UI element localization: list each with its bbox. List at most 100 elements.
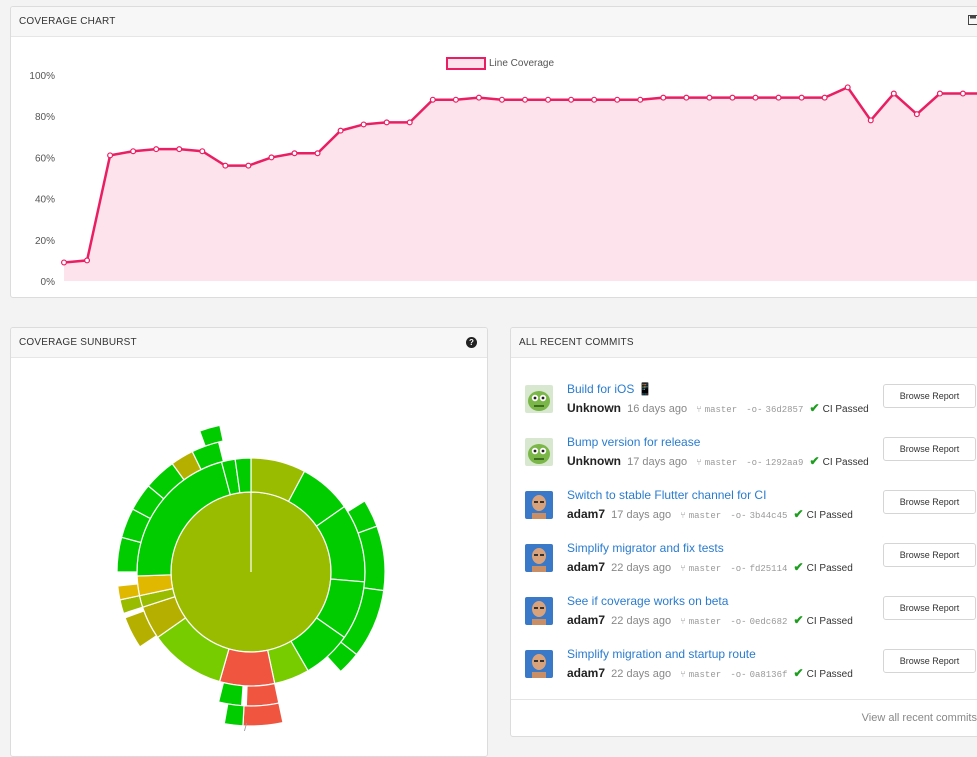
- coverage-point[interactable]: [177, 147, 182, 152]
- commit-sha: 0a8136f: [750, 670, 788, 680]
- coverage-point[interactable]: [546, 97, 551, 102]
- git-branch-icon: ⑂: [696, 458, 701, 468]
- coverage-point[interactable]: [384, 120, 389, 125]
- coverage-point[interactable]: [453, 97, 458, 102]
- browse-report-button[interactable]: Browse Report: [883, 596, 976, 620]
- coverage-point[interactable]: [315, 151, 320, 156]
- y-tick-label: 100%: [29, 71, 55, 82]
- coverage-point[interactable]: [845, 85, 850, 90]
- commit-sha: 1292aa9: [766, 458, 804, 468]
- y-axis: 0%20%40%60%80%100%: [29, 71, 55, 288]
- commit-title-link[interactable]: Switch to stable Flutter channel for CI: [567, 488, 766, 502]
- coverage-point[interactable]: [292, 151, 297, 156]
- sunburst-segment[interactable]: [117, 537, 141, 572]
- coverage-point[interactable]: [500, 97, 505, 102]
- coverage-point[interactable]: [246, 163, 251, 168]
- commit-branch: master: [689, 511, 721, 521]
- commit-title-link[interactable]: Build for iOS 📱: [567, 382, 653, 396]
- coverage-point[interactable]: [822, 95, 827, 100]
- ci-status: CI Passed: [823, 457, 869, 468]
- coverage-point[interactable]: [223, 163, 228, 168]
- coverage-point[interactable]: [361, 122, 366, 127]
- commit-title-link[interactable]: Bump version for release: [567, 435, 700, 449]
- commit-author: Unknown: [567, 401, 621, 415]
- check-icon: ✔: [809, 454, 819, 468]
- coverage-point[interactable]: [961, 91, 966, 96]
- coverage-point[interactable]: [684, 95, 689, 100]
- coverage-area: [64, 87, 977, 281]
- sunburst-segment[interactable]: [219, 683, 243, 706]
- y-tick-label: 20%: [35, 236, 55, 247]
- commit-time: 22 days ago: [611, 615, 671, 627]
- coverage-point[interactable]: [914, 112, 919, 117]
- coverage-point[interactable]: [615, 97, 620, 102]
- browse-report-button[interactable]: Browse Report: [883, 490, 976, 514]
- commit-meta: Unknown 17 days ago ⑂ master -o- 1292aa9…: [567, 454, 869, 468]
- commit-branch: master: [689, 670, 721, 680]
- commit-title-link[interactable]: Simplify migrator and fix tests: [567, 541, 724, 555]
- sunburst-segment[interactable]: [243, 703, 283, 726]
- coverage-point[interactable]: [62, 260, 67, 265]
- commit-row: See if coverage works on betaadam7 22 da…: [525, 593, 977, 638]
- coverage-chart-panel: COVERAGE CHART Line Coverage 0%20%40%60%…: [10, 6, 977, 298]
- coverage-point[interactable]: [200, 149, 205, 154]
- question-circle-icon[interactable]: ?: [466, 337, 477, 348]
- author-avatar: [525, 597, 553, 625]
- sunburst-segment[interactable]: [200, 425, 223, 446]
- view-all-commits-link[interactable]: View all recent commits: [862, 712, 977, 724]
- sunburst-root-label: /: [244, 722, 247, 734]
- browse-report-button[interactable]: Browse Report: [883, 437, 976, 461]
- coverage-point[interactable]: [799, 95, 804, 100]
- browse-report-button[interactable]: Browse Report: [883, 384, 976, 408]
- git-branch-icon: ⑂: [680, 511, 685, 521]
- coverage-point[interactable]: [407, 120, 412, 125]
- commit-row: Build for iOS 📱Unknown 16 days ago ⑂ mas…: [525, 381, 977, 426]
- coverage-point[interactable]: [131, 149, 136, 154]
- browse-report-button[interactable]: Browse Report: [883, 543, 976, 567]
- coverage-point[interactable]: [430, 97, 435, 102]
- coverage-point[interactable]: [891, 91, 896, 96]
- coverage-point[interactable]: [269, 155, 274, 160]
- browse-report-button[interactable]: Browse Report: [883, 649, 976, 673]
- plot-area: [62, 85, 977, 281]
- divider: [511, 699, 977, 700]
- y-tick-label: 40%: [35, 195, 55, 206]
- coverage-point[interactable]: [638, 97, 643, 102]
- commit-title-link[interactable]: See if coverage works on beta: [567, 594, 728, 608]
- coverage-point[interactable]: [154, 147, 159, 152]
- commit-title-link[interactable]: Simplify migration and startup route: [567, 647, 756, 661]
- recent-commits-header: ALL RECENT COMMITS: [511, 328, 977, 358]
- coverage-point[interactable]: [569, 97, 574, 102]
- coverage-sunburst-title: COVERAGE SUNBURST: [19, 337, 137, 348]
- y-tick-label: 0%: [41, 277, 56, 288]
- check-icon: ✔: [809, 401, 819, 415]
- coverage-point[interactable]: [85, 258, 90, 263]
- check-icon: ✔: [794, 666, 804, 680]
- author-avatar: [525, 491, 553, 519]
- coverage-point[interactable]: [868, 118, 873, 123]
- coverage-point[interactable]: [592, 97, 597, 102]
- coverage-point[interactable]: [938, 91, 943, 96]
- coverage-point[interactable]: [477, 95, 482, 100]
- check-icon: ✔: [794, 507, 804, 521]
- recent-commits-panel: ALL RECENT COMMITS Build for iOS 📱 Unknow…: [510, 327, 977, 737]
- coverage-point[interactable]: [108, 153, 113, 158]
- coverage-line-chart: Line Coverage 0%20%40%60%80%100%: [11, 37, 977, 298]
- sunburst-segment[interactable]: [246, 684, 279, 706]
- author-avatar: [525, 650, 553, 678]
- sunburst-segment[interactable]: [224, 704, 244, 726]
- coverage-point[interactable]: [338, 128, 343, 133]
- coverage-point[interactable]: [776, 95, 781, 100]
- coverage-point[interactable]: [730, 95, 735, 100]
- coverage-point[interactable]: [707, 95, 712, 100]
- coverage-point[interactable]: [661, 95, 666, 100]
- commit-branch: master: [689, 617, 721, 627]
- save-icon[interactable]: [968, 15, 977, 28]
- coverage-point[interactable]: [753, 95, 758, 100]
- sunburst-chart[interactable]: [11, 358, 488, 757]
- commit-branch: master: [705, 405, 737, 415]
- coverage-chart-title: COVERAGE CHART: [19, 16, 116, 27]
- coverage-point[interactable]: [523, 97, 528, 102]
- sunburst-root-segment[interactable]: [171, 492, 331, 652]
- git-commit-icon: -o-: [746, 405, 762, 415]
